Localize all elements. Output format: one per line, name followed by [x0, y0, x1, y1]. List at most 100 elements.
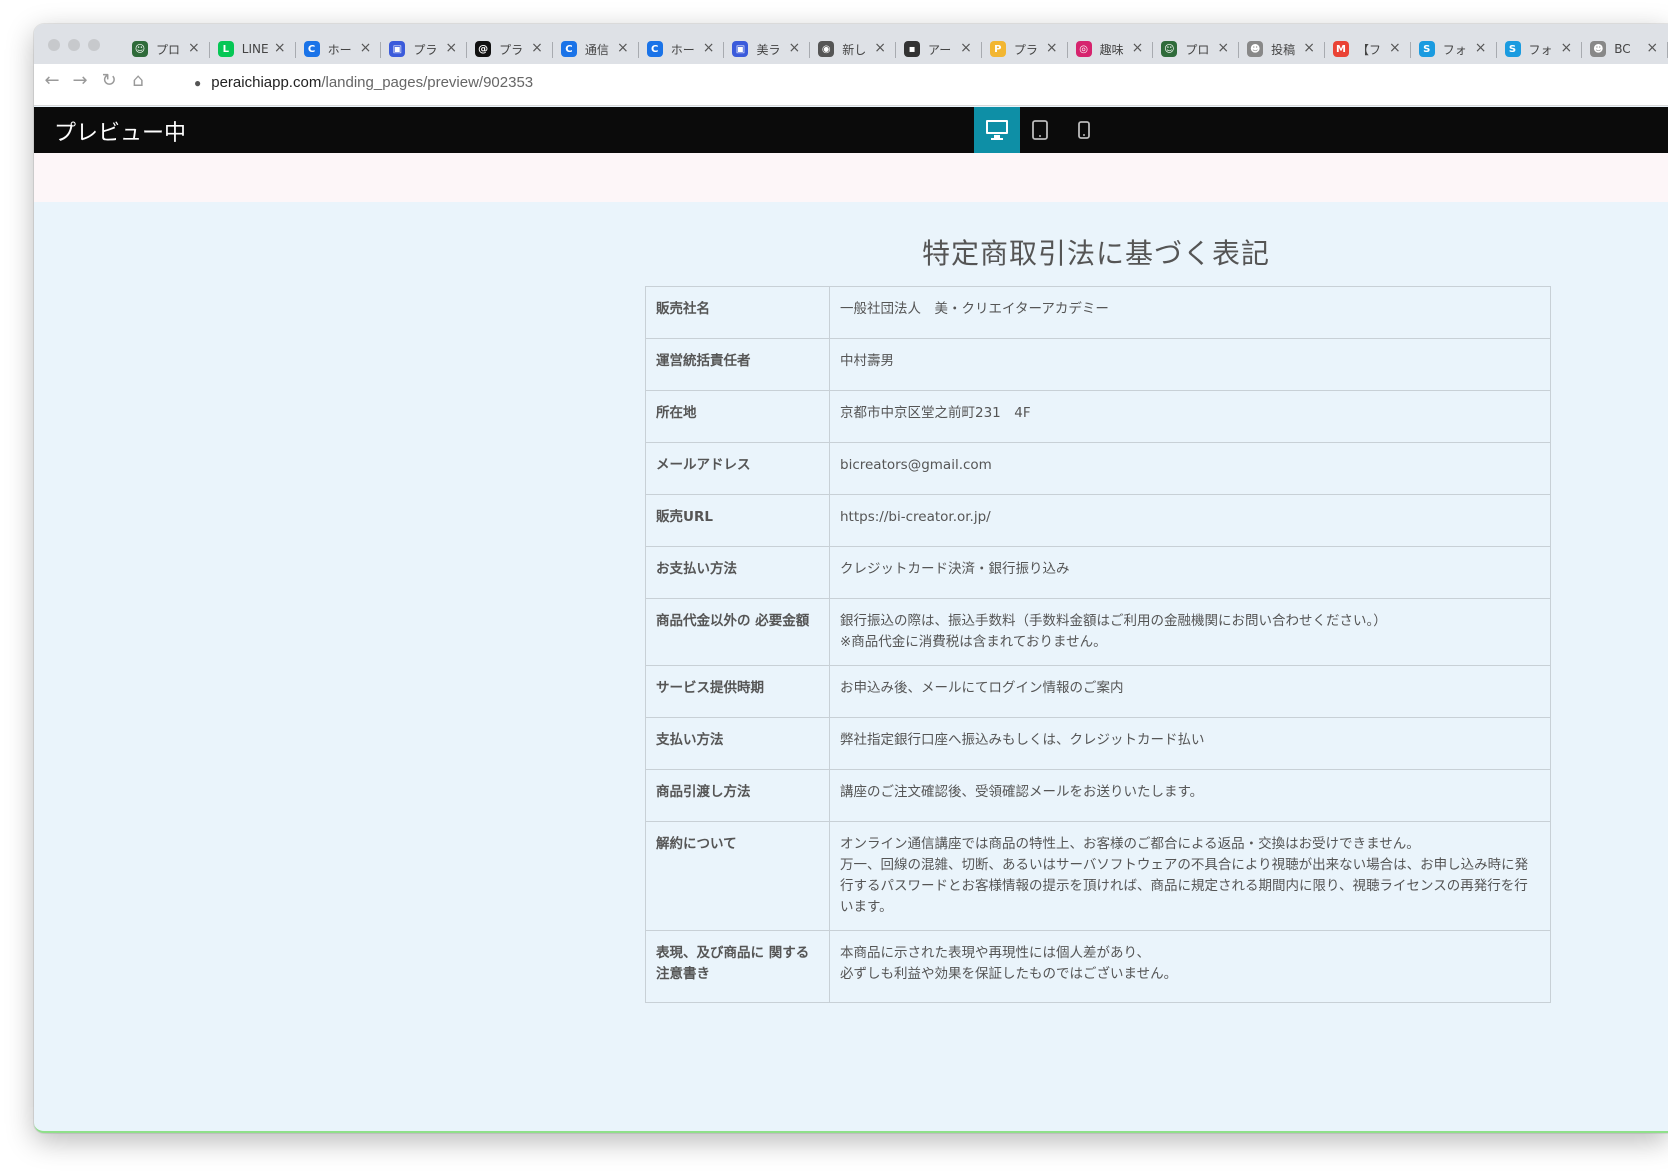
- tab-title: 【フ: [1356, 42, 1381, 57]
- desktop-icon: [986, 120, 1008, 140]
- browser-tab[interactable]: ▪ アー ×: [896, 34, 982, 64]
- close-tab-icon[interactable]: ×: [874, 40, 886, 56]
- url-path: /landing_pages/preview/902353: [321, 74, 534, 91]
- close-tab-icon[interactable]: ×: [188, 40, 200, 56]
- threads-icon: @: [475, 41, 492, 57]
- browser-toolbar: ← → ↻ ⌂ ● peraichiapp.com/landing_pages/p…: [34, 64, 1668, 106]
- table-row: 解約について オンライン通信講座では商品の特性上、お客様のご都合による返品・交換は…: [645, 821, 1551, 931]
- table-row: 運営統括責任者 中村壽男: [645, 338, 1551, 391]
- browser-tab[interactable]: C ホー ×: [639, 34, 725, 64]
- tab-title: フォ: [1442, 42, 1467, 57]
- close-tab-icon[interactable]: ×: [1561, 40, 1573, 56]
- desktop-view-button[interactable]: [974, 107, 1020, 153]
- close-tab-icon[interactable]: ×: [1217, 40, 1229, 56]
- table-row: 販売社名 一般社団法人 美・クリエイターアカデミー: [645, 286, 1551, 339]
- tab-title: アー: [928, 42, 952, 57]
- browser-window: ☺ プロ × L LINE × C ホー × ▣ プラ × @ プラ × C 通信 × C ホー × ▣ 美ラ × ◉ 新し × ▪ ア…: [34, 24, 1668, 1133]
- c-icon: C: [646, 41, 663, 57]
- table-row: 商品代金以外の 必要金額 銀行振込の際は、振込手数料（手数料金額はご利用の金融機関…: [645, 598, 1551, 666]
- tab-title: ホー: [327, 42, 352, 57]
- c-icon: C: [560, 41, 577, 57]
- row-value: クレジットカード決済・銀行振り込み: [829, 546, 1551, 599]
- close-tab-icon[interactable]: ×: [960, 40, 972, 56]
- home-icon[interactable]: ⌂: [126, 70, 150, 91]
- close-tab-icon[interactable]: ×: [360, 40, 372, 56]
- preview-title: プレビュー中: [54, 121, 187, 146]
- forward-arrow-icon[interactable]: →: [68, 70, 92, 91]
- row-value: オンライン通信講座では商品の特性上、お客様のご都合による返品・交換はお受けできま…: [829, 821, 1551, 931]
- zoom-window-button[interactable]: [88, 39, 100, 51]
- browser-tab[interactable]: P プラ ×: [982, 34, 1068, 64]
- browser-tab[interactable]: C 通信 ×: [553, 34, 639, 64]
- browser-tab[interactable]: S フォ ×: [1411, 34, 1497, 64]
- row-value: 弊社指定銀行口座へ振込みもしくは、クレジットカード払い: [829, 717, 1551, 770]
- close-tab-icon[interactable]: ×: [1389, 40, 1401, 56]
- browser-tab[interactable]: ☺ プロ ×: [1153, 34, 1239, 64]
- browser-tab[interactable]: @ プラ ×: [467, 34, 553, 64]
- table-row: 商品引渡し方法 講座のご注文確認後、受領確認メールをお送りいたします。: [645, 769, 1551, 822]
- instagram-icon: ◎: [1075, 41, 1092, 57]
- browser-tab[interactable]: ◉ 新し ×: [810, 34, 896, 64]
- row-label: 商品代金以外の 必要金額: [645, 598, 830, 666]
- mobile-icon: [1078, 121, 1090, 139]
- browser-tab[interactable]: ◎ 趣味 ×: [1068, 34, 1154, 64]
- address-bar[interactable]: ● peraichiapp.com/landing_pages/preview/9…: [194, 74, 533, 91]
- close-window-button[interactable]: [48, 39, 60, 51]
- browser-tab[interactable]: L LINE ×: [210, 34, 296, 64]
- browser-tab[interactable]: ☻ BC ×: [1582, 34, 1668, 64]
- row-label: 商品引渡し方法: [645, 769, 830, 822]
- legal-notice-table: 販売社名 一般社団法人 美・クリエイターアカデミー 運営統括責任者 中村壽男 所在地 京都…: [645, 286, 1551, 1003]
- browser-tab[interactable]: M 【フ ×: [1325, 34, 1411, 64]
- tab-list: ☺ プロ × L LINE × C ホー × ▣ プラ × @ プラ × C 通信 × C ホー × ▣ 美ラ × ◉ 新し × ▪ ア…: [124, 34, 1668, 64]
- p-icon: P: [989, 41, 1006, 57]
- ghost-icon: ☻: [1247, 41, 1264, 57]
- close-tab-icon[interactable]: ×: [274, 40, 286, 56]
- browser-tab[interactable]: S フォ ×: [1497, 34, 1583, 64]
- minimize-window-button[interactable]: [68, 39, 80, 51]
- tab-title: 美ラ: [756, 42, 781, 57]
- mobile-view-button[interactable]: [1061, 107, 1107, 153]
- table-row: 所在地 京都市中京区堂之前町231 4F: [645, 390, 1551, 443]
- header-band: [34, 153, 1668, 202]
- row-value: お申込み後、メールにてログイン情報のご案内: [829, 665, 1551, 718]
- s-icon: S: [1418, 41, 1435, 57]
- row-label: サービス提供時期: [645, 665, 830, 718]
- close-tab-icon[interactable]: ×: [1132, 40, 1144, 56]
- back-arrow-icon[interactable]: ←: [40, 70, 64, 91]
- row-value: 本商品に示された表現や再現性には個人差があり、 必ずしも利益や効果を保証したもの…: [829, 930, 1551, 1003]
- close-tab-icon[interactable]: ×: [1475, 40, 1487, 56]
- tablet-view-button[interactable]: [1017, 107, 1063, 153]
- close-tab-icon[interactable]: ×: [1046, 40, 1058, 56]
- close-tab-icon[interactable]: ×: [703, 40, 715, 56]
- tab-title: フォ: [1528, 42, 1553, 57]
- image-icon: ▪: [904, 41, 921, 57]
- close-tab-icon[interactable]: ×: [789, 40, 801, 56]
- browser-tab[interactable]: ☺ プロ ×: [124, 34, 210, 64]
- tab-title: プラ: [1013, 42, 1038, 57]
- row-value: 中村壽男: [829, 338, 1551, 391]
- preview-header: プレビュー中: [34, 107, 1668, 153]
- robot-icon: ☺: [1161, 41, 1178, 57]
- row-value: bicreators@gmail.com: [829, 442, 1551, 495]
- browser-tab[interactable]: ☻ 投稿 ×: [1239, 34, 1325, 64]
- close-tab-icon[interactable]: ×: [531, 40, 543, 56]
- reload-icon[interactable]: ↻: [97, 70, 121, 91]
- browser-tab[interactable]: ▣ 美ラ ×: [724, 34, 811, 64]
- table-row: 支払い方法 弊社指定銀行口座へ振込みもしくは、クレジットカード払い: [645, 717, 1551, 770]
- tab-title: 新し: [842, 42, 867, 57]
- close-tab-icon[interactable]: ×: [1303, 40, 1315, 56]
- browser-tab[interactable]: ▣ プラ ×: [381, 34, 467, 64]
- s-icon: S: [1504, 41, 1521, 57]
- close-tab-icon[interactable]: ×: [1646, 40, 1658, 56]
- tab-title: プラ: [413, 42, 438, 57]
- row-label: 販売社名: [645, 286, 830, 339]
- browser-tab[interactable]: C ホー ×: [296, 34, 382, 64]
- tab-title: LINE: [241, 42, 269, 56]
- close-tab-icon[interactable]: ×: [445, 40, 457, 56]
- row-value: 京都市中京区堂之前町231 4F: [829, 390, 1551, 443]
- row-label: 解約について: [645, 821, 830, 931]
- close-tab-icon[interactable]: ×: [617, 40, 629, 56]
- tab-title: プロ: [156, 42, 181, 57]
- table-row: 表現、及び商品に 関する注意書き 本商品に示された表現や再現性には個人差があり、 …: [645, 930, 1551, 1003]
- tab-title: プラ: [499, 42, 524, 57]
